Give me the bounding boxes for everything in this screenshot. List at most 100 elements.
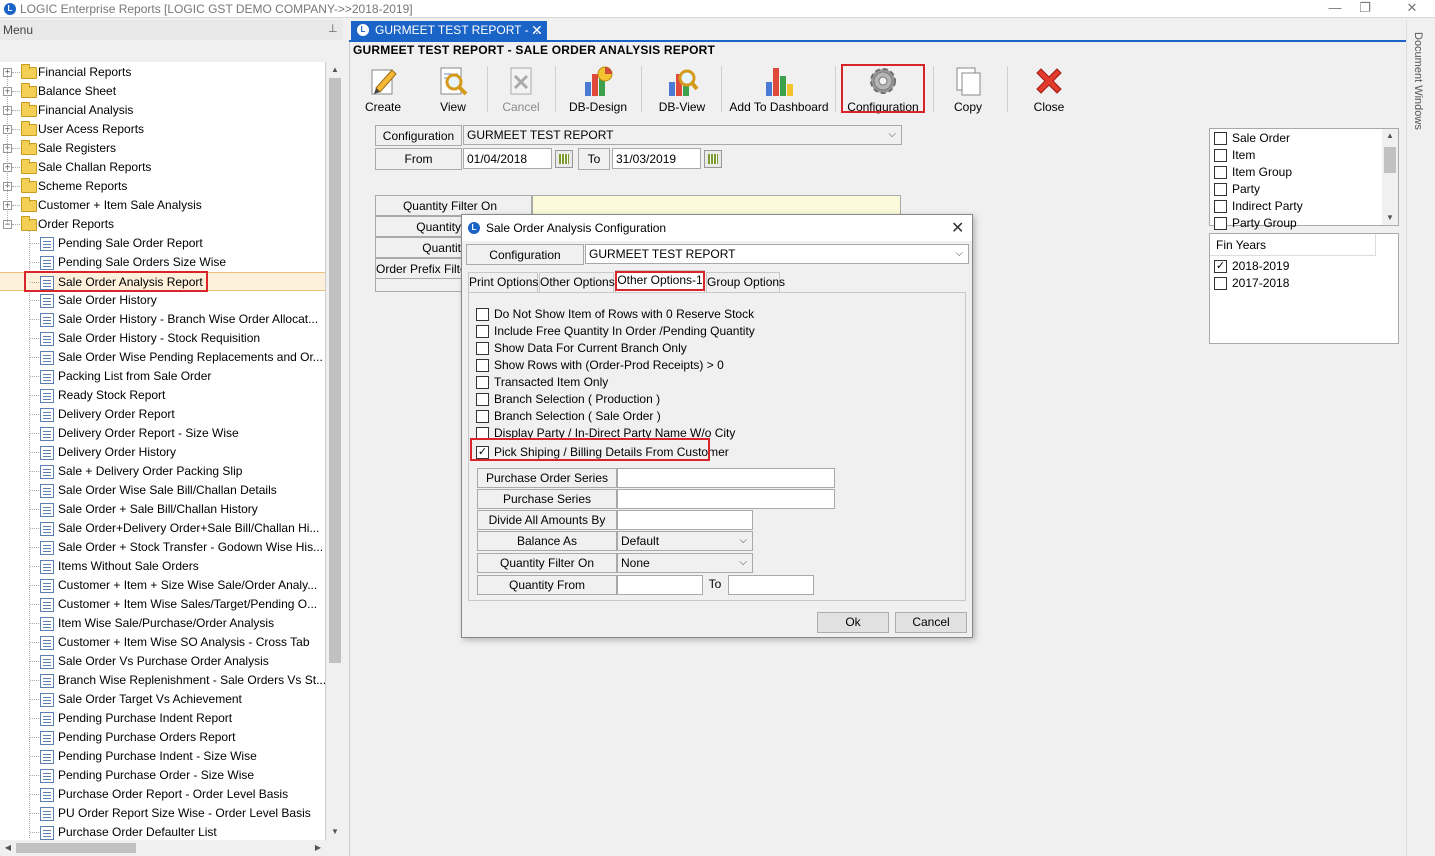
report-tab[interactable]: L GURMEET TEST REPORT - ... ✕ xyxy=(351,21,547,40)
tab-close-icon[interactable]: ✕ xyxy=(531,22,543,39)
group-item-checkbox[interactable] xyxy=(1214,149,1227,162)
menu-item[interactable]: Sale + Delivery Order Packing Slip xyxy=(0,462,325,481)
balance-as-select[interactable]: Default ⌵ xyxy=(617,531,753,551)
add-to-dashboard-button[interactable]: Add To Dashboard xyxy=(729,62,829,114)
menu-item[interactable]: Sale Order History xyxy=(0,291,325,310)
scroll-left-arrow-icon[interactable]: ◀ xyxy=(0,840,16,856)
menu-item[interactable]: Pending Purchase Orders Report xyxy=(0,728,325,747)
folder-row[interactable]: + Sale Registers xyxy=(0,139,325,158)
menu-item[interactable]: PU Order Report Size Wise - Order Level … xyxy=(0,804,325,823)
menu-item[interactable]: Delivery Order Report - Size Wise xyxy=(0,424,325,443)
menu-item[interactable]: Sale Order History - Stock Requisition xyxy=(0,329,325,348)
from-calendar-icon[interactable] xyxy=(555,150,573,168)
menu-item[interactable]: Sale Order History - Branch Wise Order A… xyxy=(0,310,325,329)
group-item-checkbox[interactable] xyxy=(1214,200,1227,213)
option-checkbox[interactable] xyxy=(476,410,489,423)
menu-item[interactable]: Items Without Sale Orders xyxy=(0,557,325,576)
menu-item[interactable]: Pending Purchase Order - Size Wise xyxy=(0,766,325,785)
tab-other-options[interactable]: Other Options xyxy=(539,272,615,292)
tab-print-options[interactable]: Print Options xyxy=(468,272,538,292)
menu-item[interactable]: Sale Order Target Vs Achievement xyxy=(0,690,325,709)
purchase-series-input[interactable] xyxy=(617,489,835,509)
option-checkbox[interactable] xyxy=(476,325,489,338)
menu-item[interactable]: Delivery Order History xyxy=(0,443,325,462)
configuration-select[interactable]: GURMEET TEST REPORT ⌵ xyxy=(463,125,902,145)
list-scroll-down-icon[interactable]: ▼ xyxy=(1382,211,1398,225)
quantity-from-input[interactable] xyxy=(617,575,703,595)
folder-row[interactable]: + Financial Analysis xyxy=(0,101,325,120)
menu-item[interactable]: Ready Stock Report xyxy=(0,386,325,405)
to-date-input[interactable]: 31/03/2019 xyxy=(612,148,701,169)
folder-row[interactable]: + Balance Sheet xyxy=(0,82,325,101)
menu-item[interactable]: Branch Wise Replenishment - Sale Orders … xyxy=(0,671,325,690)
option-checkbox[interactable] xyxy=(476,376,489,389)
folder-row[interactable]: + Customer + Item Sale Analysis xyxy=(0,196,325,215)
group-item-checkbox[interactable] xyxy=(1214,166,1227,179)
menu-vertical-scrollbar[interactable]: ▲ ▼ xyxy=(327,62,343,840)
menu-item[interactable]: Pending Sale Order Report xyxy=(0,234,325,253)
tab-group-options[interactable]: Group Options xyxy=(706,272,785,292)
menu-item[interactable]: Customer + Item Wise Sales/Target/Pendin… xyxy=(0,595,325,614)
to-calendar-icon[interactable] xyxy=(704,150,722,168)
menu-item[interactable]: Customer + Item + Size Wise Sale/Order A… xyxy=(0,576,325,595)
db-view-button[interactable]: DB-View xyxy=(651,62,713,114)
folder-row[interactable]: + User Acess Reports xyxy=(0,120,325,139)
menu-item[interactable]: Delivery Order Report xyxy=(0,405,325,424)
group-item-checkbox[interactable] xyxy=(1214,132,1227,145)
folder-row[interactable]: + Scheme Reports xyxy=(0,177,325,196)
menu-item[interactable]: Sale Order Wise Sale Bill/Challan Detail… xyxy=(0,481,325,500)
group-item-checkbox[interactable] xyxy=(1214,217,1227,230)
create-button[interactable]: Create xyxy=(359,62,407,114)
copy-button[interactable]: Copy xyxy=(943,62,993,114)
menu-item[interactable]: Customer + Item Wise SO Analysis - Cross… xyxy=(0,633,325,652)
scroll-up-arrow-icon[interactable]: ▲ xyxy=(327,62,343,78)
option-checkbox[interactable] xyxy=(476,359,489,372)
list-scroll-up-icon[interactable]: ▲ xyxy=(1382,129,1398,143)
dialog-close-icon[interactable]: ✕ xyxy=(951,218,964,238)
scroll-down-arrow-icon[interactable]: ▼ xyxy=(327,824,343,840)
quantity-filter-input[interactable] xyxy=(532,195,901,216)
menu-horizontal-scrollbar[interactable]: ◀ ▶ xyxy=(0,840,326,856)
purchase-order-series-input[interactable] xyxy=(617,468,835,488)
quantity-filter-select[interactable]: None ⌵ xyxy=(617,553,753,573)
ok-button[interactable]: Ok xyxy=(817,612,889,633)
window-close-button[interactable]: ✕ xyxy=(1392,0,1432,18)
folder-row[interactable]: + Sale Challan Reports xyxy=(0,158,325,177)
close-toolbar-button[interactable]: Close xyxy=(1025,62,1073,114)
scroll-thumb[interactable] xyxy=(329,78,341,663)
hscroll-thumb[interactable] xyxy=(16,843,136,853)
dialog-configuration-select[interactable]: GURMEET TEST REPORT ⌵ xyxy=(585,244,969,264)
list-scroll-thumb[interactable] xyxy=(1384,147,1396,173)
divide-amounts-input[interactable] xyxy=(617,510,753,530)
cancel-button[interactable]: Cancel xyxy=(895,612,967,633)
db-design-button[interactable]: DB-Design xyxy=(565,62,631,114)
folder-row[interactable]: − Order Reports xyxy=(0,215,325,234)
group-list-scrollbar[interactable]: ▲ ▼ xyxy=(1382,129,1398,225)
menu-item[interactable]: Sale Order + Sale Bill/Challan History xyxy=(0,500,325,519)
menu-item[interactable]: Sale Order Vs Purchase Order Analysis xyxy=(0,652,325,671)
fin-year-checkbox[interactable]: ✓ xyxy=(1214,260,1227,273)
view-button[interactable]: View xyxy=(429,62,477,114)
menu-item[interactable]: Sale Order + Stock Transfer - Godown Wis… xyxy=(0,538,325,557)
menu-item[interactable]: Purchase Order Report - Order Level Basi… xyxy=(0,785,325,804)
menu-item[interactable]: Sale Order+Delivery Order+Sale Bill/Chal… xyxy=(0,519,325,538)
menu-item[interactable]: Pending Purchase Indent - Size Wise xyxy=(0,747,325,766)
from-date-input[interactable]: 01/04/2018 xyxy=(463,148,552,169)
quantity-to-input[interactable] xyxy=(728,575,814,595)
menu-item[interactable]: Pending Sale Orders Size Wise xyxy=(0,253,325,272)
cancel-toolbar-button[interactable]: Cancel xyxy=(497,62,545,114)
scroll-right-arrow-icon[interactable]: ▶ xyxy=(310,840,326,856)
option-checkbox[interactable] xyxy=(476,308,489,321)
group-item-checkbox[interactable] xyxy=(1214,183,1227,196)
menu-item[interactable]: Sale Order Wise Pending Replacements and… xyxy=(0,348,325,367)
fin-year-checkbox[interactable] xyxy=(1214,277,1227,290)
menu-item[interactable]: Pending Purchase Indent Report xyxy=(0,709,325,728)
option-checkbox[interactable] xyxy=(476,342,489,355)
restore-button[interactable]: ❐ xyxy=(1345,0,1385,18)
menu-item[interactable]: Packing List from Sale Order xyxy=(0,367,325,386)
menu-item[interactable]: Item Wise Sale/Purchase/Order Analysis xyxy=(0,614,325,633)
pin-icon[interactable]: ⊥ xyxy=(328,22,338,35)
menu-item[interactable]: Purchase Order Defaulter List xyxy=(0,823,325,840)
folder-row[interactable]: + Financial Reports xyxy=(0,63,325,82)
document-windows-panel[interactable]: Document Windows xyxy=(1406,20,1435,856)
